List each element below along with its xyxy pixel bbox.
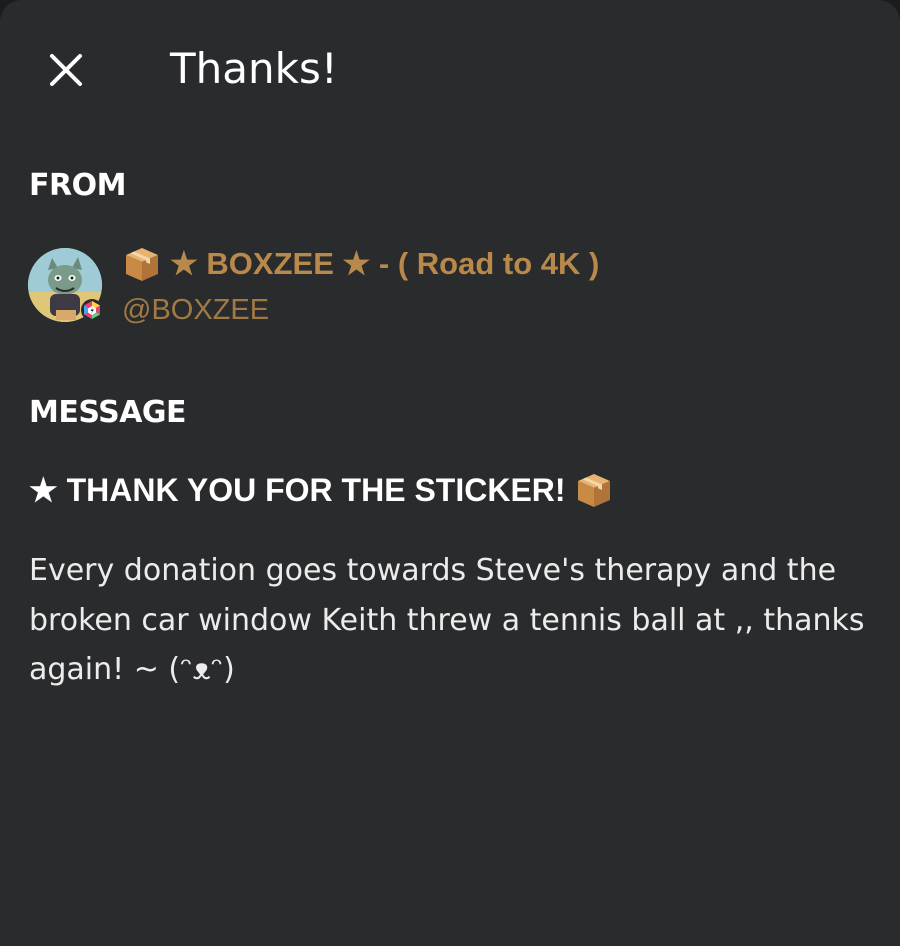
message-heading: ★ THANK YOU FOR THE STICKER!: [29, 470, 614, 510]
from-label: FROM: [29, 168, 126, 203]
message-heading-text: ★ THANK YOU FOR THE STICKER!: [29, 472, 566, 508]
message-body: Every donation goes towards Steve's ther…: [29, 553, 865, 687]
message-label: MESSAGE: [29, 395, 187, 430]
close-icon: [50, 54, 82, 86]
sender-handle: @BOXZEE: [122, 294, 270, 326]
dialog-title: Thanks!: [170, 44, 338, 93]
thanks-dialog: Thanks! FROM ★ BOXZEE ★ - (Road to 4K)…: [0, 0, 900, 946]
badge-icon: [81, 299, 103, 321]
sender-name: ★ BOXZEE ★ - ( Road to 4K ): [122, 244, 599, 284]
package-box-icon: [126, 248, 158, 281]
sender-profile[interactable]: ★ BOXZEE ★ - ( Road to 4K ) @BOXZEE: [28, 244, 788, 326]
package-box-icon: [577, 474, 610, 507]
sender-display-name: ★ BOXZEE ★ - ( Road to 4K ): [170, 246, 600, 281]
close-button[interactable]: [44, 48, 88, 92]
